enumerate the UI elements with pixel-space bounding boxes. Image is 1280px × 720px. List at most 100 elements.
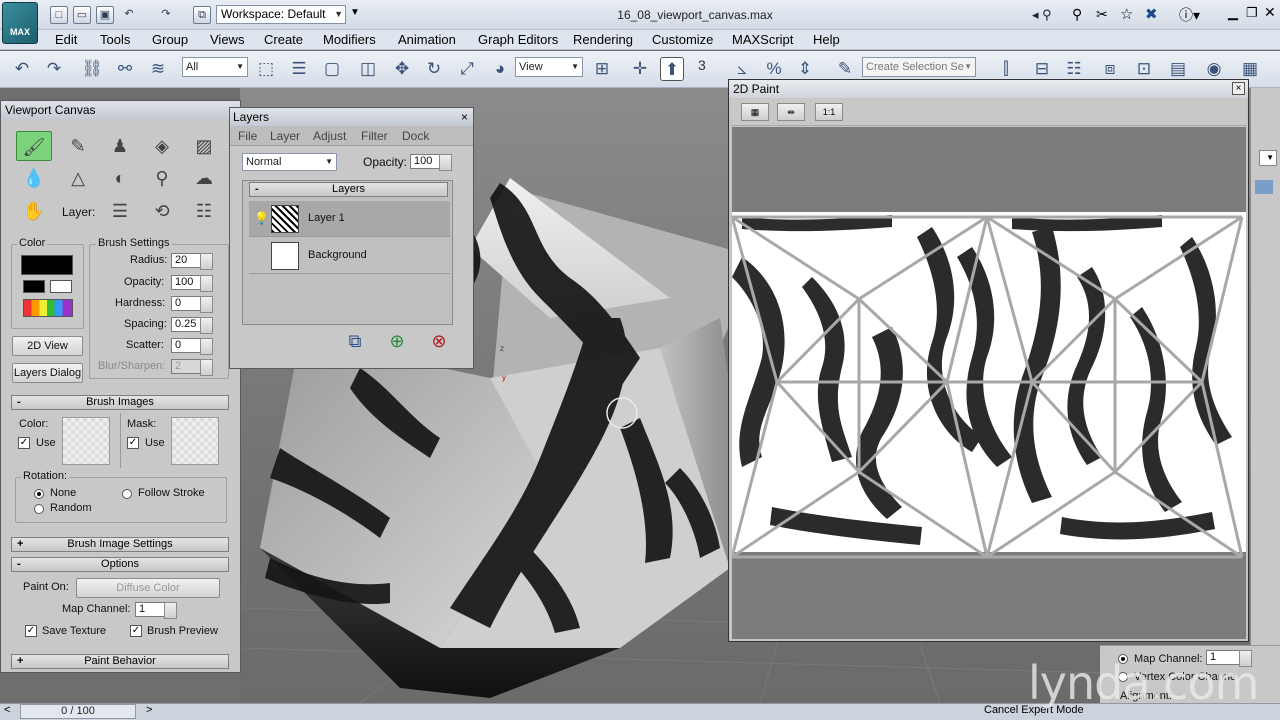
menu-animation[interactable]: Animation: [398, 32, 456, 47]
paint-2d-close-button[interactable]: ×: [1232, 82, 1245, 95]
contrast-icon[interactable]: ◐: [102, 163, 138, 193]
pan-hand-icon[interactable]: ✋: [16, 196, 52, 226]
menu-group[interactable]: Group: [152, 32, 188, 47]
mirror-icon[interactable]: ⫿: [994, 57, 1018, 81]
save-file-icon[interactable]: ▣: [96, 6, 114, 24]
material-editor-icon[interactable]: ▤: [1166, 57, 1190, 81]
pivot-center-icon[interactable]: ⊞: [590, 57, 614, 81]
rotation-none-radio[interactable]: [34, 489, 44, 499]
foreground-color-swatch[interactable]: [21, 255, 73, 275]
primary-color-swatch[interactable]: [23, 280, 45, 293]
brush-color-image[interactable]: [62, 417, 110, 465]
menu-edit[interactable]: Edit: [55, 32, 77, 47]
search-nav-icon[interactable]: ◂ ⚲: [1032, 7, 1052, 23]
layers-dialog[interactable]: Layers × File Layer Adjust Filter Dock N…: [229, 107, 474, 369]
select-place-icon[interactable]: ◕: [488, 57, 512, 81]
align-icon[interactable]: ⊟: [1030, 57, 1054, 81]
percent-snap-icon[interactable]: %: [762, 57, 786, 81]
map-channel-spinner[interactable]: 1: [135, 602, 177, 619]
paint-on-button[interactable]: Diffuse Color: [76, 578, 220, 598]
actual-size-button[interactable]: 1:1: [815, 103, 843, 121]
brush-mask-use-checkbox[interactable]: ✓: [127, 437, 139, 449]
rendered-frame-icon[interactable]: ▦: [1238, 57, 1262, 81]
delete-layer-icon[interactable]: ⊗: [425, 331, 453, 357]
2d-view-button[interactable]: 2D View: [12, 336, 83, 356]
time-prev-icon[interactable]: <: [4, 704, 10, 716]
secondary-color-swatch[interactable]: [50, 280, 72, 293]
select-object-icon[interactable]: ⬚: [254, 57, 278, 81]
paint-2d-window[interactable]: 2D Paint × ▦ ⇹ 1:1: [728, 79, 1249, 642]
command-panel[interactable]: ▼: [1250, 88, 1280, 688]
brush-color-use-checkbox[interactable]: ✓: [18, 437, 30, 449]
viewport-canvas-panel[interactable]: Viewport Canvas 🖌 ✎ ♟ ◈ ▨ 💧 △ ◐ ⚲ ☁ ✋ La…: [0, 100, 241, 673]
fit-icon[interactable]: ⇹: [777, 103, 805, 121]
quick-access-menu-icon[interactable]: ▼: [350, 7, 360, 18]
select-move-icon[interactable]: ✥: [390, 57, 414, 81]
gradient-icon[interactable]: ▨: [186, 131, 222, 161]
select-scale-icon[interactable]: ⤢: [455, 57, 479, 81]
bind-space-warp-icon[interactable]: ≋: [146, 57, 170, 81]
dodge-burn-icon[interactable]: ⚲: [144, 163, 180, 193]
menu-modifiers[interactable]: Modifiers: [323, 32, 376, 47]
layers-menu-filter[interactable]: Filter: [361, 129, 388, 143]
rectangular-selection-icon[interactable]: ▢: [320, 57, 344, 81]
exchange-icon[interactable]: ✖: [1145, 5, 1158, 23]
search-icon[interactable]: ⚲: [1072, 6, 1082, 23]
favorites-icon[interactable]: ☆: [1120, 5, 1133, 23]
window-crossing-icon[interactable]: ◫: [356, 57, 380, 81]
layers-menu-adjust[interactable]: Adjust: [313, 129, 346, 143]
hardness-spinner[interactable]: 0: [171, 296, 213, 313]
blur-sharpen-spinner[interactable]: 2: [171, 359, 213, 376]
menu-rendering[interactable]: Rendering: [573, 32, 633, 47]
layers-dialog-button[interactable]: Layers Dialog: [12, 363, 83, 383]
snap-toggle-label[interactable]: 3: [698, 57, 706, 73]
tools-icon[interactable]: ✂: [1096, 6, 1108, 23]
layer-opacity-spinner[interactable]: 100: [410, 154, 452, 171]
curve-editor-icon[interactable]: ⧈: [1098, 57, 1122, 81]
layers-dialog-title[interactable]: Layers: [230, 108, 473, 126]
add-layer-icon[interactable]: ⊕: [383, 331, 411, 357]
link-icon[interactable]: ⛓: [80, 57, 104, 81]
merge-layers-icon[interactable]: ⧉: [341, 331, 369, 357]
reference-coordinate-dropdown[interactable]: View ▼: [515, 57, 583, 77]
select-manipulate-icon[interactable]: ✛: [628, 57, 652, 81]
time-next-icon[interactable]: >: [146, 704, 152, 716]
layers-list-header[interactable]: - Layers: [249, 182, 448, 197]
viewport-canvas-title[interactable]: Viewport Canvas: [1, 101, 240, 119]
angle-snap-icon[interactable]: ⦣: [730, 57, 754, 81]
fill-icon[interactable]: ◈: [144, 131, 180, 161]
brush-image-settings-rollout[interactable]: + Brush Image Settings: [11, 537, 229, 552]
chevron-down-icon[interactable]: ▼: [1259, 150, 1277, 166]
erase-icon[interactable]: ✎: [60, 131, 96, 161]
menu-tools[interactable]: Tools: [100, 32, 130, 47]
modifier-stack-item[interactable]: [1255, 180, 1273, 194]
rotation-random-radio[interactable]: [34, 504, 44, 514]
redo-icon[interactable]: ↷: [157, 6, 175, 24]
layer-manager-icon[interactable]: ☷: [1062, 57, 1086, 81]
menu-customize[interactable]: Customize: [652, 32, 713, 47]
unlink-icon[interactable]: ⚯: [113, 57, 137, 81]
options-rollout[interactable]: - Options: [11, 557, 229, 572]
close-icon[interactable]: ✕: [1264, 4, 1276, 21]
minimize-icon[interactable]: ▁: [1228, 5, 1238, 21]
clone-stamp-icon[interactable]: ♟: [102, 131, 138, 161]
opacity-spinner[interactable]: 100: [171, 275, 213, 292]
layers-dialog-close-button[interactable]: ×: [461, 110, 468, 124]
paint-2d-canvas[interactable]: [730, 127, 1246, 639]
radius-spinner[interactable]: 20: [171, 253, 213, 270]
help-icon[interactable]: ⓘ▾: [1179, 5, 1200, 25]
layer-row-layer-1[interactable]: 💡 Layer 1: [249, 201, 450, 237]
color-palette[interactable]: [23, 299, 73, 317]
project-folder-icon[interactable]: ⧉: [193, 6, 211, 24]
spacing-spinner[interactable]: 0.25: [171, 317, 213, 334]
rotation-follow-stroke-radio[interactable]: [122, 489, 132, 499]
undo-icon[interactable]: ↶: [10, 57, 34, 81]
grid-icon[interactable]: ▦: [741, 103, 769, 121]
menu-views[interactable]: Views: [210, 32, 244, 47]
menu-help[interactable]: Help: [813, 32, 840, 47]
undo-icon[interactable]: ↶: [120, 6, 138, 24]
workspace-dropdown[interactable]: Workspace: Default ▼: [216, 5, 346, 24]
spinner-snap-icon[interactable]: ⇕: [793, 57, 817, 81]
menu-create[interactable]: Create: [264, 32, 303, 47]
smudge-icon[interactable]: ☁: [186, 163, 222, 193]
